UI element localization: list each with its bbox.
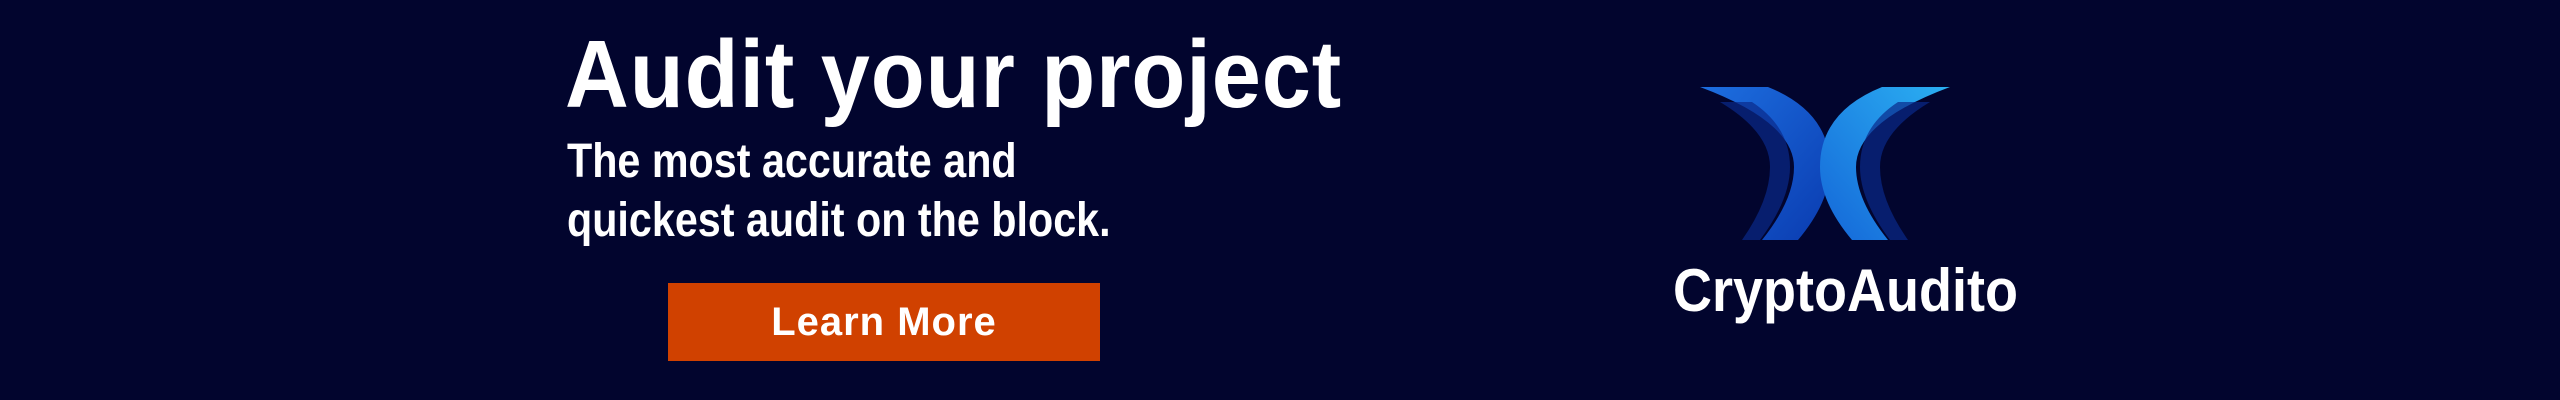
subheadline-line-2: quickest audit on the block. — [567, 194, 1111, 247]
headline: Audit your project — [565, 21, 1343, 128]
brand-name: CryptoAudito — [1673, 257, 2018, 324]
learn-more-button[interactable]: Learn More — [668, 283, 1100, 361]
subheadline-line-1: The most accurate and — [567, 135, 1017, 188]
cryptoaudito-logo-icon — [1700, 87, 1950, 240]
ad-banner[interactable]: Audit your project The most accurate and… — [0, 0, 2560, 400]
